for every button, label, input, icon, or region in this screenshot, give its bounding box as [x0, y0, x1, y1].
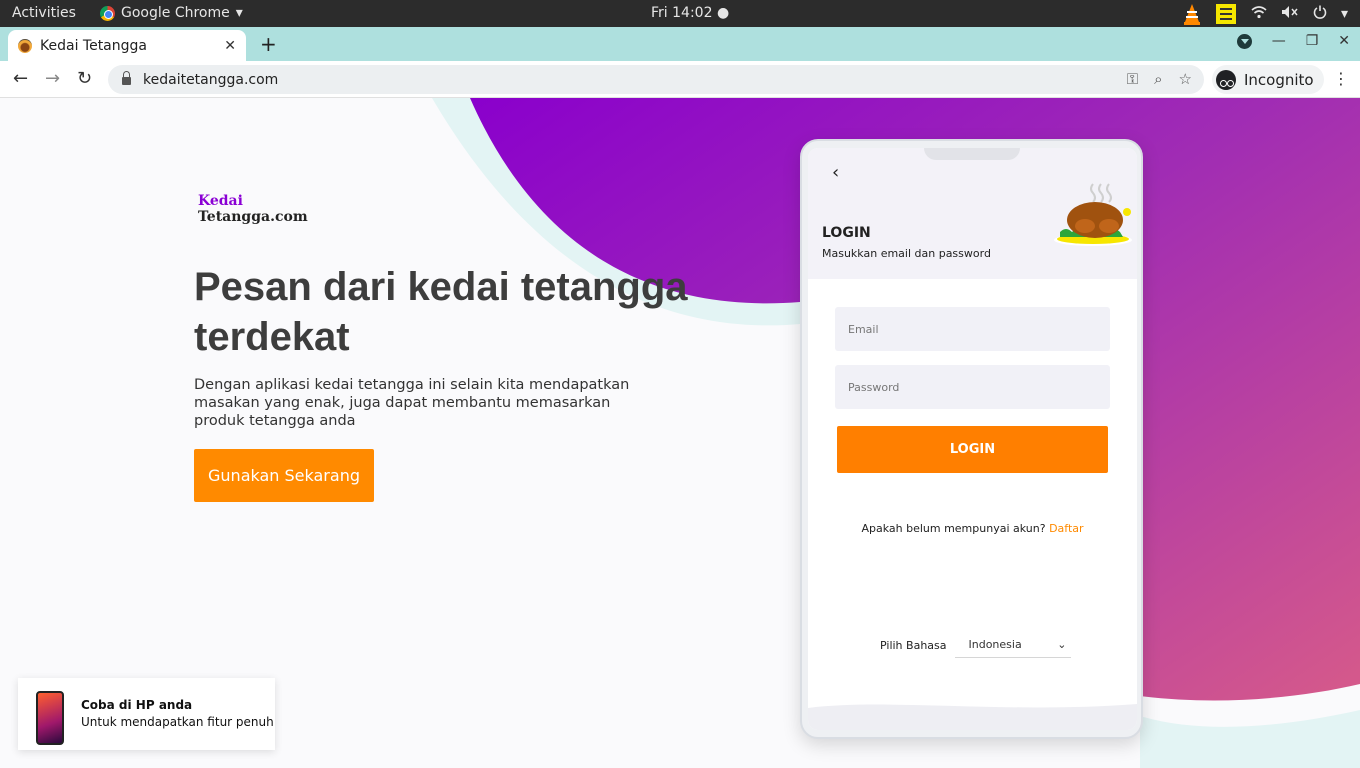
vlc-icon[interactable] [1183, 3, 1201, 25]
promo-title: Coba di HP anda [81, 698, 193, 712]
recording-dot-icon: ● [716, 5, 730, 21]
signup-link[interactable]: Daftar [1049, 522, 1083, 535]
signup-prompt: Apakah belum mempunyai akun? [861, 522, 1046, 535]
window-controls: — ❐ ✕ [1236, 33, 1350, 49]
chevron-down-icon[interactable]: ▾ [1341, 6, 1348, 22]
address-bar-actions: ⚿ ⌕ ☆ [1127, 70, 1192, 88]
hero-description: Dengan aplikasi kedai tetangga ini selai… [194, 377, 630, 429]
clock-label: Fri 14:02 [651, 5, 713, 21]
smartphone-icon [36, 691, 64, 745]
notes-icon[interactable] [1215, 3, 1237, 25]
promo-subtitle: Untuk mendapatkan fitur penuh [81, 715, 274, 729]
chevron-down-icon: ⌄ [1057, 638, 1067, 651]
activities-button[interactable]: Activities [12, 5, 76, 21]
login-header: ‹ LOGIN Masukkan email dan password [808, 148, 1137, 279]
chevron-down-icon: ▾ [235, 5, 243, 21]
phone-notch [924, 148, 1020, 160]
key-icon[interactable]: ⚿ [1127, 70, 1138, 88]
restore-icon[interactable]: ❐ [1306, 33, 1319, 49]
forward-icon[interactable]: → [45, 68, 60, 89]
tab-search-icon[interactable] [1236, 33, 1252, 49]
incognito-badge[interactable]: Incognito [1212, 65, 1324, 94]
phone-mockup: ‹ LOGIN Masukkan email dan password Emai… [800, 139, 1143, 739]
page-content: Kedai Tetangga.com Pesan dari kedai teta… [0, 98, 1360, 768]
roast-chicken-icon [1054, 183, 1132, 246]
language-label: Pilih Bahasa [880, 638, 947, 652]
wifi-icon[interactable] [1251, 5, 1267, 23]
phone-screen: ‹ LOGIN Masukkan email dan password Emai… [808, 148, 1137, 730]
close-window-icon[interactable]: ✕ [1338, 33, 1350, 49]
use-now-button[interactable]: Gunakan Sekarang [194, 449, 374, 502]
address-bar[interactable]: kedaitetangga.com ⚿ ⌕ ☆ [108, 65, 1204, 94]
login-button[interactable]: LOGIN [837, 426, 1108, 473]
login-title: LOGIN [822, 225, 871, 241]
login-subtitle: Masukkan email dan password [822, 247, 991, 260]
volume-muted-icon[interactable] [1281, 5, 1299, 23]
tab-title: Kedai Tetangga [40, 37, 147, 54]
try-on-phone-card[interactable]: Coba di HP anda Untuk mendapatkan fitur … [18, 678, 275, 750]
bookmark-star-icon[interactable]: ☆ [1179, 70, 1192, 88]
minimize-icon[interactable]: — [1272, 33, 1286, 49]
app-menu-label: Google Chrome [121, 5, 230, 21]
back-arrow-icon[interactable]: ‹ [832, 162, 839, 183]
close-tab-icon[interactable]: ✕ [224, 38, 236, 54]
menu-kebab-icon[interactable]: ⋮ [1333, 69, 1349, 88]
site-favicon-icon [18, 38, 32, 53]
app-menu[interactable]: Google Chrome ▾ [100, 5, 243, 21]
reload-icon[interactable]: ↻ [77, 68, 92, 89]
power-icon[interactable] [1313, 5, 1327, 23]
language-select[interactable]: Indonesia ⌄ [954, 632, 1071, 658]
tab-kedai-tetangga[interactable]: Kedai Tetangga ✕ [8, 30, 246, 61]
screen-footer-wave [808, 704, 1137, 730]
incognito-label: Incognito [1244, 70, 1314, 89]
language-row: Pilih Bahasa Indonesia ⌄ [880, 632, 1071, 658]
language-value: Indonesia [968, 638, 1022, 651]
brand-line-2: Tetangga.com [198, 209, 308, 225]
clock[interactable]: Fri 14:02 ● [651, 5, 729, 21]
brand-logo[interactable]: Kedai Tetangga.com [198, 193, 308, 225]
chrome-icon [100, 5, 115, 21]
url-text[interactable]: kedaitetangga.com [143, 72, 278, 88]
tab-strip: Kedai Tetangga ✕ + — ❐ ✕ [0, 27, 1360, 61]
new-tab-button[interactable]: + [260, 32, 277, 56]
hero-headline: Pesan dari kedai tetangga terdekat [194, 265, 688, 359]
brand-line-1: Kedai [198, 193, 243, 209]
browser-toolbar: ← → ↻ kedaitetangga.com ⚿ ⌕ ☆ Incognito … [0, 61, 1360, 98]
back-icon[interactable]: ← [13, 68, 28, 89]
system-top-bar: Activities Google Chrome ▾ Fri 14:02 ● ▾ [0, 0, 1360, 27]
incognito-icon [1216, 69, 1236, 90]
password-field[interactable] [835, 365, 1110, 409]
email-field[interactable] [835, 307, 1110, 351]
system-tray: ▾ [1183, 2, 1348, 25]
lock-icon[interactable] [122, 71, 131, 85]
signup-row: Apakah belum mempunyai akun? Daftar [808, 522, 1137, 535]
zoom-icon[interactable]: ⌕ [1154, 70, 1162, 88]
